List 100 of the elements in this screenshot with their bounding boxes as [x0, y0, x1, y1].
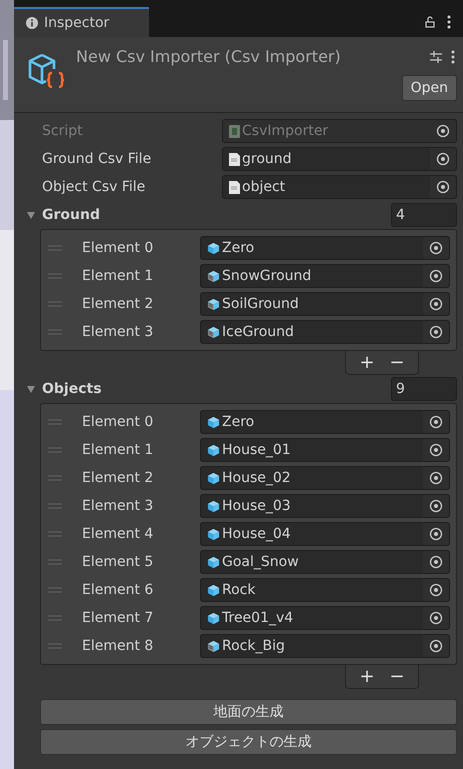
- element-label: Element 5: [82, 552, 154, 572]
- size-field[interactable]: 9: [391, 377, 457, 401]
- drag-handle-icon[interactable]: [48, 419, 62, 425]
- drag-handle-icon[interactable]: [48, 559, 62, 565]
- drag-handle-icon[interactable]: [48, 587, 62, 593]
- cube-icon: [207, 472, 220, 484]
- open-button[interactable]: Open: [402, 75, 457, 101]
- list-heading: Objects: [42, 380, 103, 398]
- more-icon[interactable]: [447, 15, 451, 29]
- element-label: Element 1: [82, 266, 154, 286]
- field-value: object: [242, 178, 286, 196]
- object-field[interactable]: Zero: [200, 236, 450, 260]
- element-label: Element 7: [82, 608, 154, 628]
- field-value: Rock: [222, 580, 256, 600]
- field-value: Tree01_v4: [222, 608, 294, 628]
- object-picker-icon[interactable]: [423, 551, 449, 573]
- field-value: House_04: [222, 524, 291, 544]
- element-label: Element 2: [82, 468, 154, 488]
- object-field[interactable]: ground: [222, 147, 457, 171]
- cube-icon: [207, 556, 220, 568]
- field-label: Object Csv File: [41, 178, 146, 196]
- object-picker-icon[interactable]: [423, 237, 449, 259]
- object-field[interactable]: Rock_Big: [200, 634, 450, 658]
- object-field[interactable]: House_02: [200, 466, 450, 490]
- drag-handle-icon[interactable]: [48, 447, 62, 453]
- more-icon[interactable]: [451, 50, 455, 64]
- size-field[interactable]: 4: [391, 203, 457, 227]
- add-button[interactable]: +: [354, 668, 380, 686]
- object-field[interactable]: House_04: [200, 522, 450, 546]
- cube-icon: [207, 298, 220, 310]
- element-label: Element 0: [82, 412, 154, 432]
- element-label: Element 4: [82, 524, 154, 544]
- drag-handle-icon[interactable]: [48, 531, 62, 537]
- cube-icon: [207, 528, 220, 540]
- cube-icon: [207, 270, 220, 282]
- drag-handle-icon[interactable]: [48, 615, 62, 621]
- object-picker-icon[interactable]: [423, 523, 449, 545]
- foldout-arrow-icon[interactable]: [26, 210, 36, 220]
- cube-icon: [207, 584, 220, 596]
- object-field[interactable]: House_03: [200, 494, 450, 518]
- cube-icon: [207, 416, 220, 428]
- element-label: Element 8: [82, 636, 154, 656]
- field-value: IceGround: [222, 322, 294, 342]
- object-picker-icon[interactable]: [430, 176, 456, 198]
- object-field[interactable]: Zero: [200, 410, 450, 434]
- drag-handle-icon[interactable]: [48, 503, 62, 509]
- drag-handle-icon[interactable]: [48, 245, 62, 251]
- element-label: Element 6: [82, 580, 154, 600]
- foldout-arrow-icon[interactable]: [26, 384, 36, 394]
- field-value: House_02: [222, 468, 291, 488]
- text-file-icon: [229, 152, 240, 166]
- object-field[interactable]: IceGround: [200, 320, 450, 344]
- field-value: CsvImporter: [242, 122, 328, 140]
- object-picker-icon[interactable]: [430, 148, 456, 170]
- object-field[interactable]: SnowGround: [200, 264, 450, 288]
- field-label: Ground Csv File: [41, 150, 152, 168]
- object-picker-icon[interactable]: [423, 495, 449, 517]
- object-picker-icon[interactable]: [423, 293, 449, 315]
- object-picker-icon[interactable]: [423, 635, 449, 657]
- field-value: Zero: [222, 412, 254, 432]
- cube-icon: [207, 500, 220, 512]
- action-button[interactable]: オブジェクトの生成: [40, 729, 457, 755]
- info-icon: [26, 17, 38, 29]
- object-picker-icon[interactable]: [423, 579, 449, 601]
- object-picker-icon[interactable]: [423, 439, 449, 461]
- preset-icon[interactable]: [429, 50, 443, 64]
- field-label: Script: [41, 122, 84, 140]
- object-picker-icon[interactable]: [423, 607, 449, 629]
- action-button[interactable]: 地面の生成: [40, 699, 457, 725]
- drag-handle-icon[interactable]: [48, 301, 62, 307]
- drag-handle-icon[interactable]: [48, 329, 62, 335]
- object-field[interactable]: object: [222, 175, 457, 199]
- script-file-icon: [229, 124, 240, 138]
- remove-button[interactable]: −: [384, 668, 410, 686]
- inspector-tab[interactable]: Inspector: [14, 7, 149, 37]
- field-value: SnowGround: [222, 266, 312, 286]
- object-field[interactable]: House_01: [200, 438, 450, 462]
- element-label: Element 2: [82, 294, 154, 314]
- field-value: Zero: [222, 238, 254, 258]
- list-heading: Ground: [42, 206, 101, 224]
- element-label: Element 3: [82, 496, 154, 516]
- field-value: SoilGround: [222, 294, 299, 314]
- object-picker-icon[interactable]: [423, 411, 449, 433]
- object-picker-icon[interactable]: [423, 265, 449, 287]
- drag-handle-icon[interactable]: [48, 273, 62, 279]
- object-field[interactable]: Rock: [200, 578, 450, 602]
- add-button[interactable]: +: [354, 354, 380, 372]
- field-value: ground: [242, 150, 292, 168]
- object-field[interactable]: Goal_Snow: [200, 550, 450, 574]
- remove-button[interactable]: −: [384, 354, 410, 372]
- drag-handle-icon[interactable]: [48, 475, 62, 481]
- element-label: Element 1: [82, 440, 154, 460]
- object-picker-icon[interactable]: [423, 467, 449, 489]
- lock-icon[interactable]: [425, 16, 435, 28]
- cube-icon: [207, 242, 220, 254]
- object-picker-icon[interactable]: [423, 321, 449, 343]
- object-field[interactable]: SoilGround: [200, 292, 450, 316]
- element-label: Element 0: [82, 238, 154, 258]
- object-field[interactable]: Tree01_v4: [200, 606, 450, 630]
- drag-handle-icon[interactable]: [48, 643, 62, 649]
